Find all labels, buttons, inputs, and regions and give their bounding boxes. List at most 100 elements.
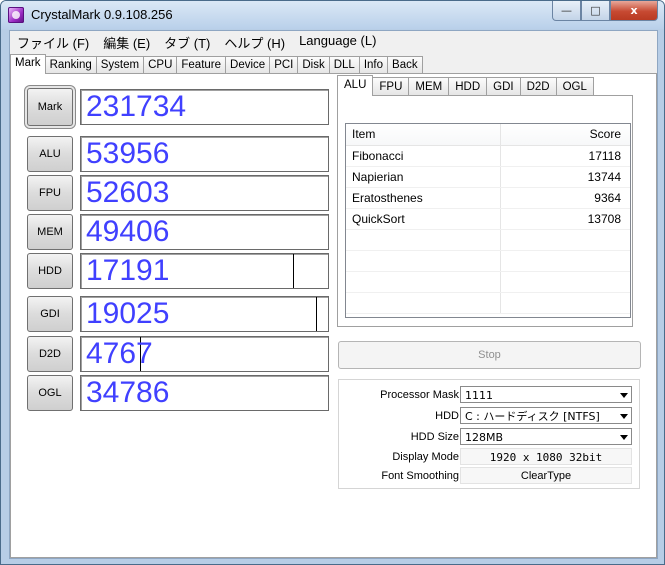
alu-button[interactable]: ALU bbox=[27, 136, 73, 172]
result-item-score: 9364 bbox=[594, 191, 621, 205]
alu-score-box: 53956 bbox=[80, 136, 329, 172]
fpu-score-value: 52603 bbox=[86, 176, 170, 209]
tab-cpu[interactable]: CPU bbox=[143, 56, 178, 74]
detail-tabs: ALU FPU MEM HDD GDI D2D OGL bbox=[337, 75, 594, 96]
tab-device[interactable]: Device bbox=[225, 56, 271, 74]
ogl-button[interactable]: OGL bbox=[27, 375, 73, 411]
subtab-mem[interactable]: MEM bbox=[408, 77, 450, 96]
result-item-score: 17118 bbox=[588, 149, 621, 163]
subtab-d2d[interactable]: D2D bbox=[519, 77, 557, 96]
list-item[interactable]: Fibonacci 17118 bbox=[346, 146, 630, 167]
mem-button[interactable]: MEM bbox=[27, 214, 73, 250]
result-item-score: 13708 bbox=[587, 212, 621, 226]
chevron-down-icon bbox=[620, 435, 628, 440]
menu-edit[interactable]: 編集 (E) bbox=[96, 31, 157, 51]
hdd-score-box: 17191 bbox=[80, 253, 329, 289]
hdd-label: HDD bbox=[435, 410, 459, 422]
font-smoothing-row: Font Smoothing ClearType bbox=[339, 466, 639, 486]
mark-button[interactable]: Mark bbox=[27, 88, 73, 126]
tab-ranking[interactable]: Ranking bbox=[44, 56, 97, 74]
hdd-size-label: HDD Size bbox=[410, 431, 459, 443]
result-item-name: Eratosthenes bbox=[346, 188, 501, 208]
processor-mask-select[interactable]: 1111 bbox=[460, 386, 632, 403]
d2d-score-box: 4767 bbox=[80, 336, 329, 372]
result-item-score: 13744 bbox=[587, 170, 621, 184]
crystalmark-app-icon[interactable] bbox=[8, 7, 24, 23]
tab-feature[interactable]: Feature bbox=[176, 56, 227, 74]
result-item-name: QuickSort bbox=[346, 209, 501, 229]
close-button[interactable]: x bbox=[610, 1, 658, 21]
list-item[interactable]: QuickSort 13708 bbox=[346, 209, 630, 230]
menu-tab[interactable]: タブ (T) bbox=[157, 31, 217, 51]
maximize-button[interactable]: □ bbox=[581, 1, 610, 21]
hdd-value: C : ハードディスク [NTFS] bbox=[465, 410, 600, 423]
display-mode-value: 1920 x 1080 32bit bbox=[460, 448, 632, 465]
hdd-row: HDD C : ハードディスク [NTFS] bbox=[339, 406, 639, 426]
hdd-button[interactable]: HDD bbox=[27, 253, 73, 289]
display-mode-label: Display Mode bbox=[392, 451, 459, 463]
settings-panel: Processor Mask 1111 HDD C : ハードディスク [NTF… bbox=[338, 379, 640, 489]
font-smoothing-value: ClearType bbox=[460, 467, 632, 484]
subtab-fpu[interactable]: FPU bbox=[372, 77, 410, 96]
fpu-button[interactable]: FPU bbox=[27, 175, 73, 211]
hdd-size-row: HDD Size 128MB bbox=[339, 427, 639, 447]
menu-file[interactable]: ファイル (F) bbox=[10, 31, 96, 51]
results-list-header: Item Score bbox=[346, 124, 630, 146]
hdd-select[interactable]: C : ハードディスク [NTFS] bbox=[460, 407, 632, 424]
font-smoothing-label: Font Smoothing bbox=[381, 470, 459, 482]
gdi-button[interactable]: GDI bbox=[27, 296, 73, 332]
window-title: CrystalMark 0.9.108.256 bbox=[31, 7, 173, 22]
processor-mask-label: Processor Mask bbox=[380, 389, 459, 401]
menu-bar: ファイル (F) 編集 (E) タブ (T) ヘルプ (H) Language … bbox=[10, 31, 657, 51]
mark-score-box: 231734 bbox=[80, 89, 329, 125]
hdd-size-value: 128MB bbox=[465, 431, 504, 444]
mem-score-value: 49406 bbox=[86, 215, 170, 248]
alu-detail-panel: Item Score Fibonacci 17118 Napierian 137… bbox=[337, 95, 633, 327]
processor-mask-row: Processor Mask 1111 bbox=[339, 385, 639, 405]
app-window: CrystalMark 0.9.108.256 — □ x ファイル (F) 編… bbox=[0, 0, 665, 565]
alu-score-value: 53956 bbox=[86, 137, 170, 170]
menu-language[interactable]: Language (L) bbox=[292, 31, 383, 51]
d2d-score-value: 4767 bbox=[86, 337, 153, 370]
maximize-icon: □ bbox=[590, 4, 601, 17]
tab-info[interactable]: Info bbox=[358, 56, 389, 74]
subtab-hdd[interactable]: HDD bbox=[448, 77, 488, 96]
result-item-name: Fibonacci bbox=[346, 146, 501, 166]
ogl-score-box: 34786 bbox=[80, 375, 329, 411]
fpu-score-box: 52603 bbox=[80, 175, 329, 211]
hdd-score-value: 17191 bbox=[86, 254, 170, 287]
close-icon: x bbox=[630, 4, 638, 17]
tab-dll[interactable]: DLL bbox=[328, 56, 360, 74]
empty-row bbox=[346, 230, 630, 251]
hdd-size-select[interactable]: 128MB bbox=[460, 428, 632, 445]
column-header-item[interactable]: Item bbox=[346, 124, 501, 145]
display-mode-row: Display Mode 1920 x 1080 32bit bbox=[339, 447, 639, 467]
tab-pci[interactable]: PCI bbox=[269, 56, 299, 74]
client-area: ファイル (F) 編集 (E) タブ (T) ヘルプ (H) Language … bbox=[9, 30, 658, 559]
mark-score-value: 231734 bbox=[86, 90, 187, 123]
list-item[interactable]: Eratosthenes 9364 bbox=[346, 188, 630, 209]
d2d-button[interactable]: D2D bbox=[27, 336, 73, 372]
tab-system[interactable]: System bbox=[95, 56, 145, 74]
tab-disk[interactable]: Disk bbox=[297, 56, 330, 74]
minimize-button[interactable]: — bbox=[552, 1, 581, 21]
empty-row bbox=[346, 251, 630, 272]
subtab-alu[interactable]: ALU bbox=[337, 75, 374, 96]
menu-help[interactable]: ヘルプ (H) bbox=[217, 31, 292, 51]
subtab-ogl[interactable]: OGL bbox=[555, 77, 594, 96]
column-header-score[interactable]: Score bbox=[501, 124, 627, 145]
tab-mark[interactable]: Mark bbox=[10, 54, 46, 74]
chevron-down-icon bbox=[620, 414, 628, 419]
stop-button[interactable]: Stop bbox=[338, 341, 641, 369]
main-tabs: Mark Ranking System CPU Feature Device P… bbox=[10, 54, 423, 74]
tab-back[interactable]: Back bbox=[387, 56, 423, 74]
subtab-gdi[interactable]: GDI bbox=[486, 77, 521, 96]
results-list[interactable]: Item Score Fibonacci 17118 Napierian 137… bbox=[345, 123, 631, 318]
list-item[interactable]: Napierian 13744 bbox=[346, 167, 630, 188]
ogl-score-value: 34786 bbox=[86, 376, 170, 409]
gdi-score-value: 19025 bbox=[86, 297, 170, 330]
gdi-score-box: 19025 bbox=[80, 296, 329, 332]
title-bar[interactable]: CrystalMark 0.9.108.256 — □ x bbox=[1, 1, 664, 29]
empty-row bbox=[346, 293, 630, 314]
result-item-name: Napierian bbox=[346, 167, 501, 187]
